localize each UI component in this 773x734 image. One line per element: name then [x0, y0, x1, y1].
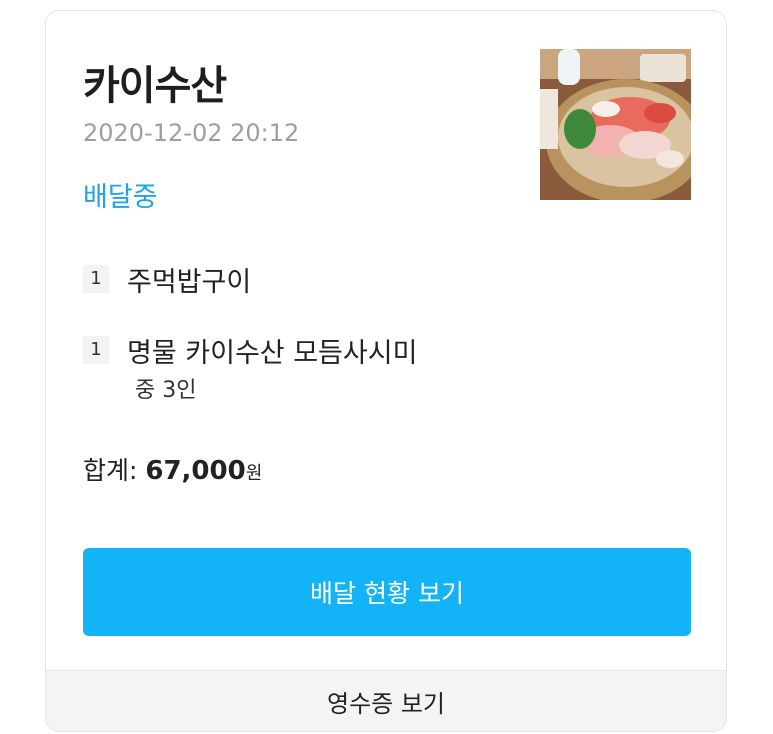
- item-quantity: 1: [83, 265, 109, 293]
- total-currency: 원: [245, 463, 263, 484]
- item-quantity: 1: [83, 336, 109, 364]
- view-delivery-status-button[interactable]: 배달 현황 보기: [83, 548, 691, 636]
- view-receipt-button[interactable]: 영수증 보기: [46, 670, 726, 731]
- delivery-status: 배달중: [83, 182, 158, 213]
- item-name: 주먹밥구이: [127, 267, 252, 298]
- total-amount: 67,000: [145, 456, 246, 486]
- store-name: 카이수산: [83, 63, 227, 109]
- item-name: 명물 카이수산 모듬사시미: [127, 338, 418, 369]
- store-thumbnail: [540, 49, 691, 200]
- order-date: 2020-12-02 20:12: [83, 119, 300, 147]
- sashimi-platter-photo-icon: [540, 49, 691, 200]
- item-option: 중 3인: [135, 378, 197, 403]
- order-total: 합계: 67,000원: [83, 451, 262, 487]
- order-card: 카이수산 2020-12-02 20:12 배달중 1 주먹밥구이 1 명물 카…: [45, 10, 727, 732]
- total-label: 합계:: [83, 456, 146, 485]
